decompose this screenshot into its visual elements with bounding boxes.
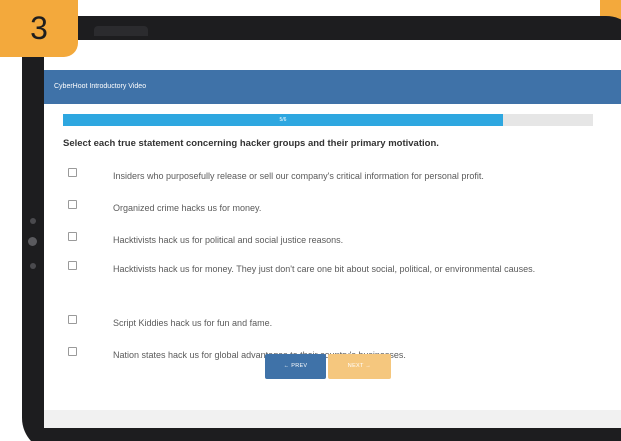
answer-checkbox[interactable] <box>68 261 77 270</box>
course-title: CyberHoot Introductory Video <box>54 83 147 90</box>
progress-bar: 5/6 <box>63 114 593 126</box>
camera-icon <box>28 237 37 246</box>
answer-checkbox[interactable] <box>68 232 77 241</box>
tablet-screen: CyberHoot Introductory Video 5/6 Select … <box>44 40 621 428</box>
progress-label: 5/6 <box>279 117 287 123</box>
step-number: 3 <box>30 10 48 46</box>
prev-button[interactable]: ← PREV <box>265 354 326 379</box>
answer-label: Script Kiddies hack us for fun and fame. <box>113 318 273 328</box>
answer-checkbox[interactable] <box>68 200 77 209</box>
course-title-bar: CyberHoot Introductory Video <box>44 70 621 104</box>
tablet-top-edge <box>94 26 148 36</box>
screen-top-area <box>44 40 621 70</box>
side-sensor-icon <box>30 263 36 269</box>
side-sensor-icon <box>30 218 36 224</box>
answer-checkbox[interactable] <box>68 315 77 324</box>
answer-label: Hacktivists hack us for money. They just… <box>113 264 536 274</box>
answer-label: Organized crime hacks us for money. <box>113 203 262 213</box>
screenshot-stage: CyberHoot Introductory Video 5/6 Select … <box>0 0 621 441</box>
answer-label: Hacktivists hack us for political and so… <box>113 235 344 245</box>
step-number-badge: 3 <box>0 0 78 57</box>
next-button[interactable]: NEXT → <box>328 354 391 379</box>
answer-checkbox[interactable] <box>68 168 77 177</box>
answer-checkbox[interactable] <box>68 347 77 356</box>
answer-label: Insiders who purposefully release or sel… <box>113 171 484 181</box>
question-text: Select each true statement concerning ha… <box>63 138 439 149</box>
